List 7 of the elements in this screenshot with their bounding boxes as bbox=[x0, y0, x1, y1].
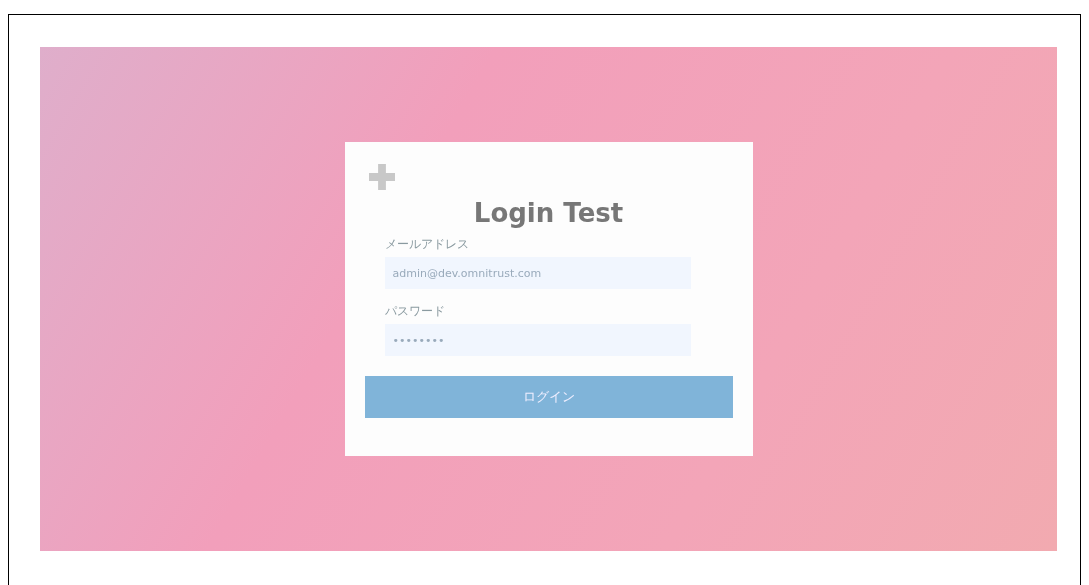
password-label: パスワード bbox=[384, 303, 446, 320]
login-heading: Login Test bbox=[472, 198, 625, 228]
email-label: メールアドレス bbox=[384, 236, 470, 253]
cross-icon bbox=[368, 164, 395, 190]
password-field[interactable]: •••••••• bbox=[384, 324, 691, 356]
email-field[interactable]: admin@dev.omnitrust.com bbox=[384, 257, 691, 289]
login-button[interactable]: ログイン bbox=[364, 376, 733, 418]
